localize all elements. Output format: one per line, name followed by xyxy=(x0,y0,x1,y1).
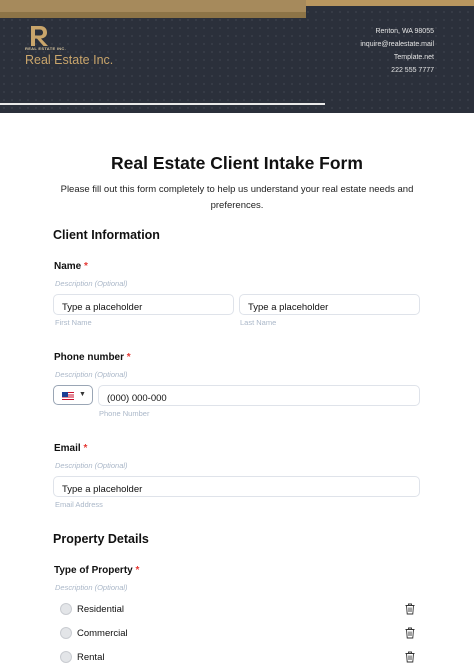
email-label: Email * xyxy=(54,443,87,454)
banner-divider xyxy=(0,103,325,105)
logo-text: REAL ESTATE INC. xyxy=(25,46,67,51)
radio-label: Residential xyxy=(77,604,124,615)
phone-input[interactable]: (000) 000-000 xyxy=(98,385,420,406)
section-property-details: Property Details xyxy=(53,532,149,546)
chevron-down-icon: ▼ xyxy=(79,391,86,398)
phone-label: Phone number * xyxy=(54,352,131,363)
contact-phone: 222 555 7777 xyxy=(391,67,434,74)
radio-option-commercial[interactable]: Commercial xyxy=(60,627,420,641)
trash-icon[interactable] xyxy=(405,651,415,663)
brand-name: Real Estate Inc. xyxy=(25,53,114,67)
email-label-text: Email xyxy=(54,443,81,454)
contact-address: Renton, WA 98055 xyxy=(375,28,434,35)
name-label: Name * xyxy=(54,261,88,272)
radio-option-residential[interactable]: Residential xyxy=(60,603,420,617)
phone-hint: Phone Number xyxy=(99,409,150,418)
required-mark: * xyxy=(83,443,88,454)
section-client-information: Client Information xyxy=(53,228,160,242)
gold-stripe-dark xyxy=(0,12,306,18)
property-type-description[interactable]: Description (Optional) xyxy=(55,583,128,592)
radio-option-rental[interactable]: Rental xyxy=(60,651,420,665)
email-hint: Email Address xyxy=(55,500,103,509)
required-mark: * xyxy=(126,352,131,363)
last-name-input[interactable]: Type a placeholder xyxy=(239,294,420,315)
first-name-hint: First Name xyxy=(55,318,92,327)
radio-label: Commercial xyxy=(77,628,128,639)
contact-info: Renton, WA 98055 inquire@realestate.mail… xyxy=(360,25,434,77)
property-type-label: Type of Property * xyxy=(54,565,139,576)
property-type-label-text: Type of Property xyxy=(54,565,133,576)
name-description[interactable]: Description (Optional) xyxy=(55,279,128,288)
trash-icon[interactable] xyxy=(405,627,415,639)
last-name-hint: Last Name xyxy=(240,318,277,327)
header-banner: REAL ESTATE INC. Real Estate Inc. Renton… xyxy=(0,0,474,113)
email-description[interactable]: Description (Optional) xyxy=(55,461,128,470)
form-title: Real Estate Client Intake Form xyxy=(111,153,363,173)
radio-button[interactable] xyxy=(60,651,72,663)
radio-button[interactable] xyxy=(60,603,72,615)
required-mark: * xyxy=(135,565,140,576)
gold-stripe-right xyxy=(306,0,474,6)
trash-icon[interactable] xyxy=(405,603,415,615)
contact-email: inquire@realestate.mail xyxy=(360,41,434,48)
logo-r-icon xyxy=(31,26,48,46)
form-subtitle: Please fill out this form completely to … xyxy=(60,184,414,211)
radio-label: Rental xyxy=(77,652,105,663)
phone-label-text: Phone number xyxy=(54,352,125,363)
contact-website: Template.net xyxy=(393,54,434,61)
gold-stripe xyxy=(0,0,306,12)
radio-button[interactable] xyxy=(60,627,72,639)
phone-description[interactable]: Description (Optional) xyxy=(55,370,128,379)
us-flag-icon xyxy=(62,392,74,400)
email-input[interactable]: Type a placeholder xyxy=(53,476,420,497)
name-label-text: Name xyxy=(54,261,82,272)
required-mark: * xyxy=(84,261,88,272)
country-code-select[interactable]: ▼ xyxy=(53,385,93,405)
first-name-input[interactable]: Type a placeholder xyxy=(53,294,234,315)
